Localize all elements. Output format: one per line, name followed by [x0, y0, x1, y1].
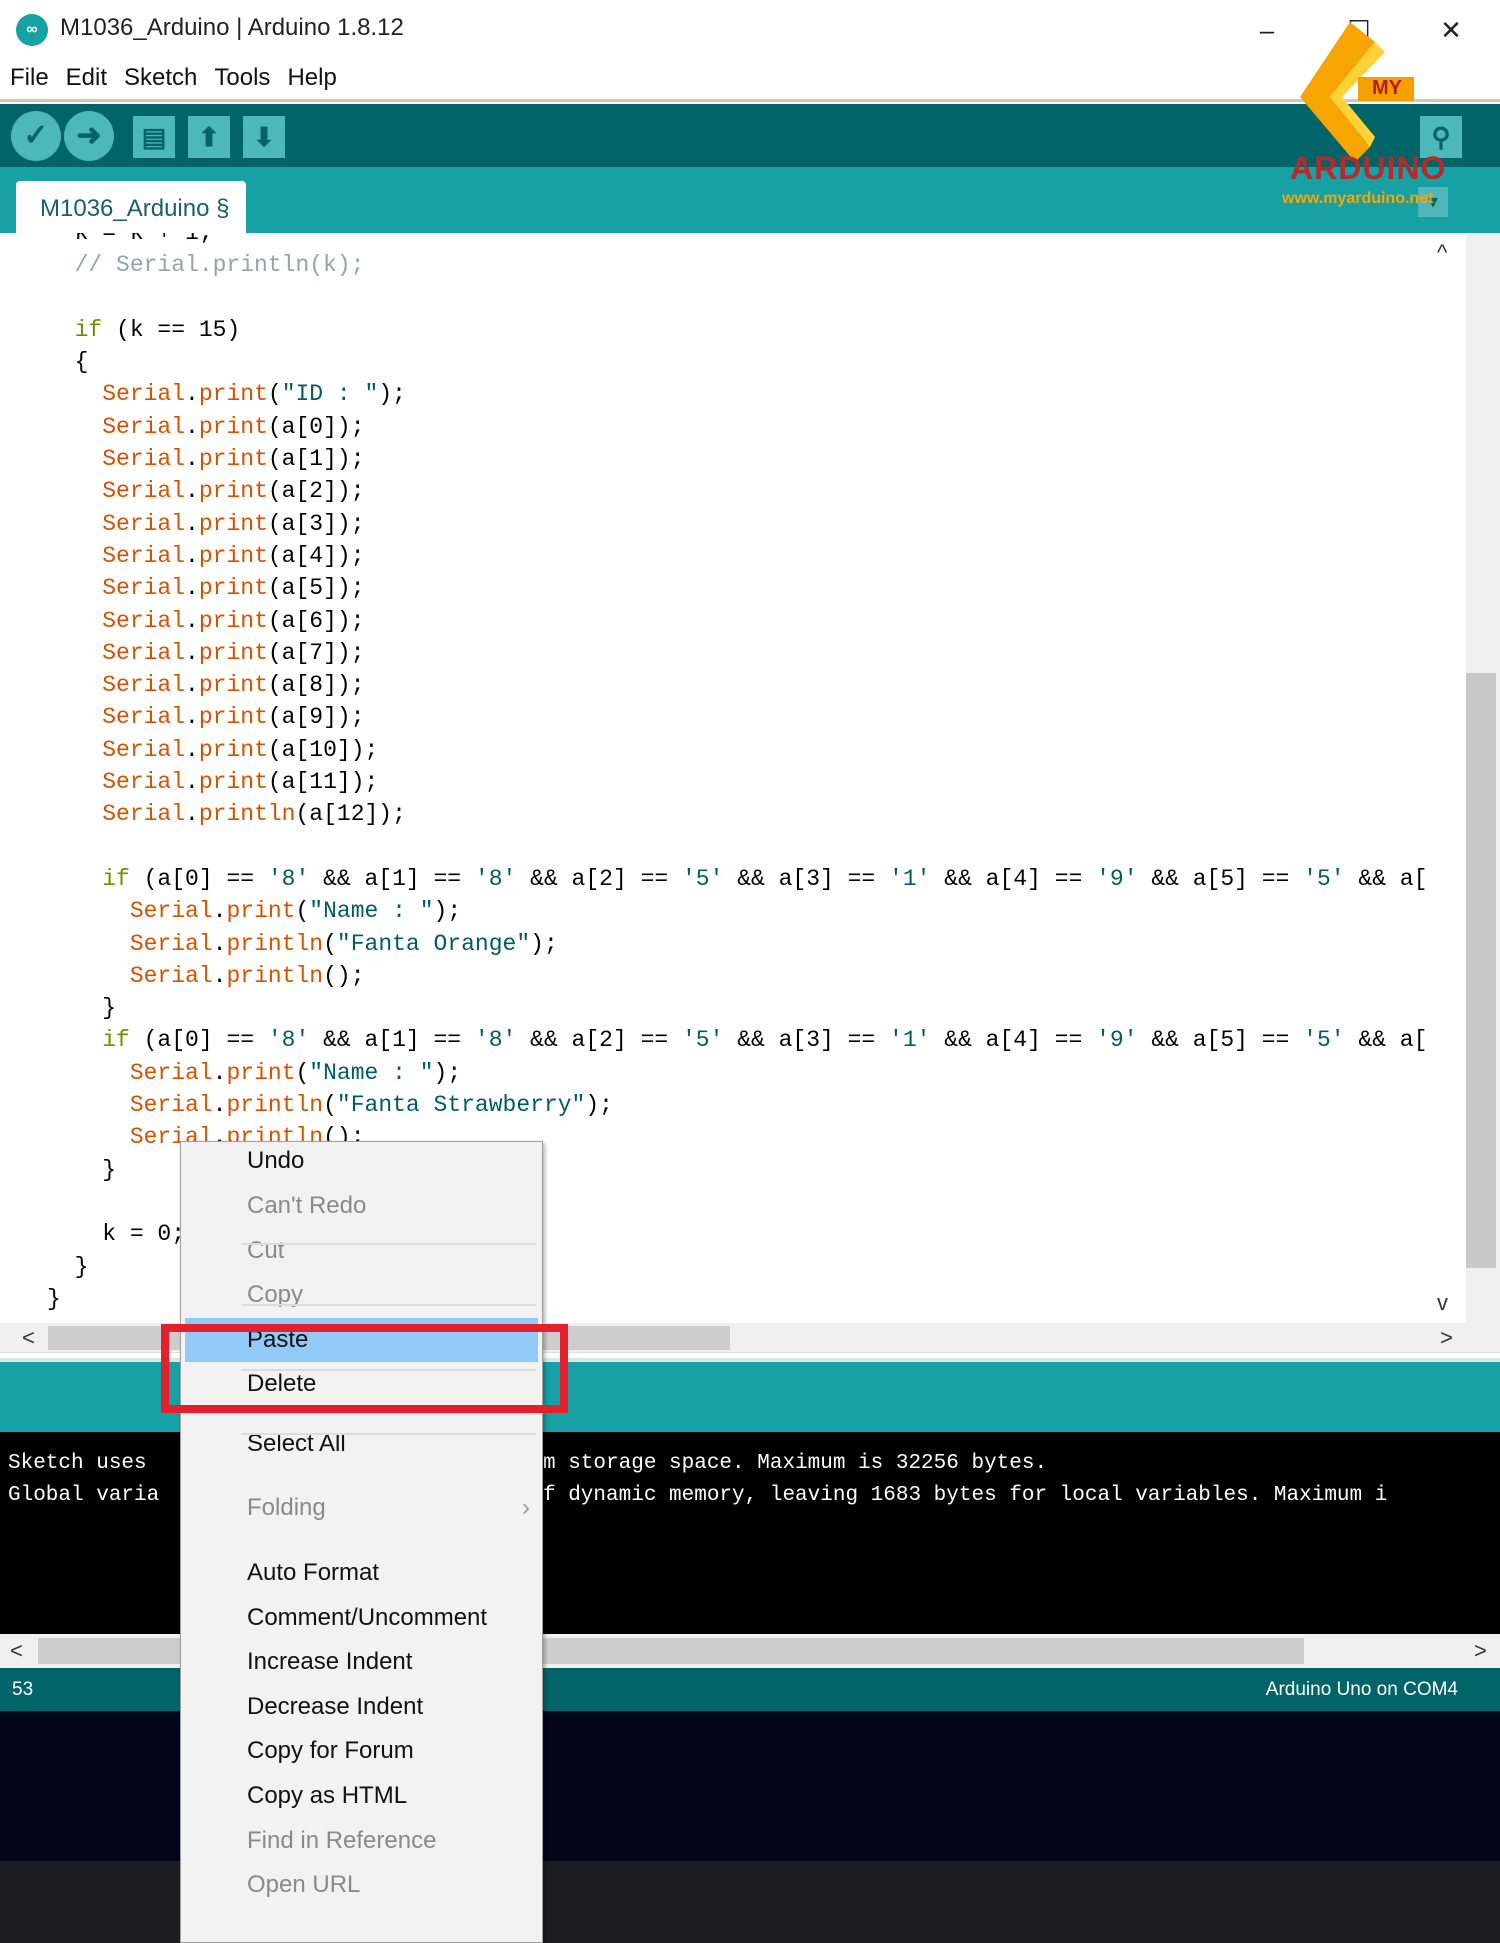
save-sketch-button[interactable]: ⬇ — [243, 116, 285, 158]
menu-separator — [241, 1304, 536, 1306]
scroll-down-icon[interactable]: v — [1437, 1290, 1448, 1316]
submenu-arrow-icon: › — [522, 1494, 530, 1522]
code-line: } — [47, 995, 117, 1022]
arduino-app-icon: ∞ — [16, 14, 48, 46]
menu-file[interactable]: File — [0, 58, 56, 92]
console-line-2-left: Global varia — [8, 1484, 160, 1507]
code-line: if (a[0] == '8' && a[1] == '8' && a[2] =… — [102, 865, 1428, 892]
upload-button[interactable]: ➜ — [64, 111, 114, 161]
context-menu-item-cut: Cut — [181, 1229, 542, 1273]
verify-button[interactable]: ✓ — [11, 111, 61, 161]
menu-sketch[interactable]: Sketch — [114, 58, 204, 92]
watermark-url: www.myarduino.net — [1282, 190, 1434, 207]
console-scroll-right-icon[interactable]: > — [1474, 1638, 1487, 1664]
scroll-left-icon[interactable]: < — [22, 1325, 35, 1351]
context-menu-item-open-url: Open URL — [181, 1863, 542, 1907]
menu-item-label: Decrease Indent — [247, 1692, 424, 1720]
menu-item-label: Auto Format — [247, 1558, 380, 1586]
code-line: k = k + 1; — [47, 233, 213, 246]
editor-vertical-scroll-thumb[interactable] — [1466, 673, 1496, 1268]
tab-sketch[interactable]: M1036_Arduino § — [16, 181, 246, 233]
code-line: // Serial.println(k); — [47, 252, 365, 279]
console-line-1-left: Sketch uses — [8, 1452, 147, 1475]
context-menu-item-copy-as-html[interactable]: Copy as HTML — [181, 1774, 542, 1818]
code-line: Serial.println(); — [129, 962, 365, 989]
menu-item-label: Copy for Forum — [247, 1737, 414, 1765]
console-line-1-right: m storage space. Maximum is 32256 bytes. — [543, 1452, 1048, 1475]
context-menu-item-can-t-redo: Can't Redo — [181, 1184, 542, 1228]
code-line: Serial.print(a[5]); — [102, 575, 365, 602]
scroll-right-icon[interactable]: > — [1440, 1325, 1453, 1351]
toolbar: ✓ ➜ ▤ ⬆ ⬇ ⚲ — [0, 104, 1500, 167]
code-line: Serial.print(a[2]); — [102, 478, 365, 505]
code-line: Serial.print(a[7]); — [102, 639, 365, 666]
menu-item-label: Increase Indent — [247, 1648, 413, 1676]
new-sketch-button[interactable]: ▤ — [133, 116, 175, 158]
menu-item-label: Can't Redo — [247, 1191, 367, 1219]
line-number: 53 — [12, 1679, 34, 1700]
context-menu-item-comment-uncomment[interactable]: Comment/Uncomment — [181, 1596, 542, 1640]
watermark-brand: ARDUINO — [1290, 150, 1447, 186]
context-menu-item-decrease-indent[interactable]: Decrease Indent — [181, 1685, 542, 1729]
code-line: Serial.print("Name : "); — [129, 1059, 462, 1086]
watermark-my: MY — [1372, 77, 1402, 99]
context-menu-item-auto-format[interactable]: Auto Format — [181, 1551, 542, 1595]
console-scroll-left-icon[interactable]: < — [10, 1638, 23, 1664]
menu-item-label: Open URL — [247, 1871, 361, 1899]
console-line-2-right: f dynamic memory, leaving 1683 bytes for… — [543, 1484, 1388, 1507]
menu-tools[interactable]: Tools — [204, 58, 277, 92]
code-line: Serial.print("Name : "); — [129, 898, 462, 925]
context-menu: Undo Can't Redo Cut Copy Paste Delete Select A… — [180, 1141, 543, 1943]
menu-edit[interactable]: Edit — [56, 58, 114, 92]
menu-item-label: Copy as HTML — [247, 1782, 408, 1810]
menu-item-label: Comment/Uncomment — [247, 1603, 488, 1631]
context-menu-item-folding: Folding › — [181, 1486, 542, 1530]
code-line: Serial.print(a[4]); — [102, 542, 365, 569]
context-menu-item-select-all[interactable]: Select All — [181, 1422, 542, 1466]
context-menu-item-copy: Copy — [181, 1273, 542, 1317]
menu-item-label: Folding — [247, 1494, 326, 1522]
code-line: Serial.print(a[0]); — [102, 413, 365, 440]
context-menu-item-undo[interactable]: Undo — [181, 1139, 542, 1183]
code-line: { — [47, 349, 89, 376]
menu-item-label: Undo — [247, 1147, 305, 1175]
code-line: if (k == 15) — [74, 316, 241, 343]
menu-separator — [241, 1433, 536, 1435]
menu-item-label: Cut — [247, 1236, 285, 1264]
myarduino-watermark-logo: MY ARDUINO www.myarduino.net — [1280, 22, 1460, 212]
code-line: Serial.print(a[11]); — [102, 769, 379, 796]
code-line: Serial.print(a[3]); — [102, 510, 365, 537]
code-line: Serial.print(a[9]); — [102, 704, 365, 731]
code-line: Serial.print(a[1]); — [102, 446, 365, 473]
tab-bar: M1036_Arduino § ▾ — [0, 167, 1500, 233]
code-line: Serial.print(a[10]); — [102, 736, 379, 763]
menu-help[interactable]: Help — [277, 58, 343, 92]
code-line: if (a[0] == '8' && a[1] == '8' && a[2] =… — [102, 1027, 1428, 1054]
scroll-up-icon[interactable]: ^ — [1437, 240, 1447, 266]
code-line: Serial.println("Fanta Strawberry"); — [129, 1092, 613, 1119]
menu-bar: File Edit Sketch Tools Help — [0, 58, 1500, 102]
window-title: M1036_Arduino | Arduino 1.8.12 — [60, 14, 404, 41]
code-line: Serial.print("ID : "); — [102, 381, 406, 408]
context-menu-item-copy-for-forum[interactable]: Copy for Forum — [181, 1729, 542, 1773]
code-line: Serial.print(a[8]); — [102, 672, 365, 699]
menu-separator — [241, 1243, 536, 1245]
title-bar: ∞ M1036_Arduino | Arduino 1.8.12 – ☐ ✕ — [0, 0, 1500, 58]
context-menu-item-find-in-reference: Find in Reference — [181, 1819, 542, 1863]
code-line: Serial.println("Fanta Orange"); — [129, 930, 558, 957]
context-menu-item-increase-indent[interactable]: Increase Indent — [181, 1640, 542, 1684]
open-sketch-button[interactable]: ⬆ — [188, 116, 230, 158]
highlight-box — [161, 1324, 568, 1413]
board-port: Arduino Uno on COM4 — [1265, 1679, 1458, 1700]
code-line: Serial.print(a[6]); — [102, 607, 365, 634]
menu-item-label: Find in Reference — [247, 1826, 437, 1854]
code-line: Serial.println(a[12]); — [102, 801, 406, 828]
